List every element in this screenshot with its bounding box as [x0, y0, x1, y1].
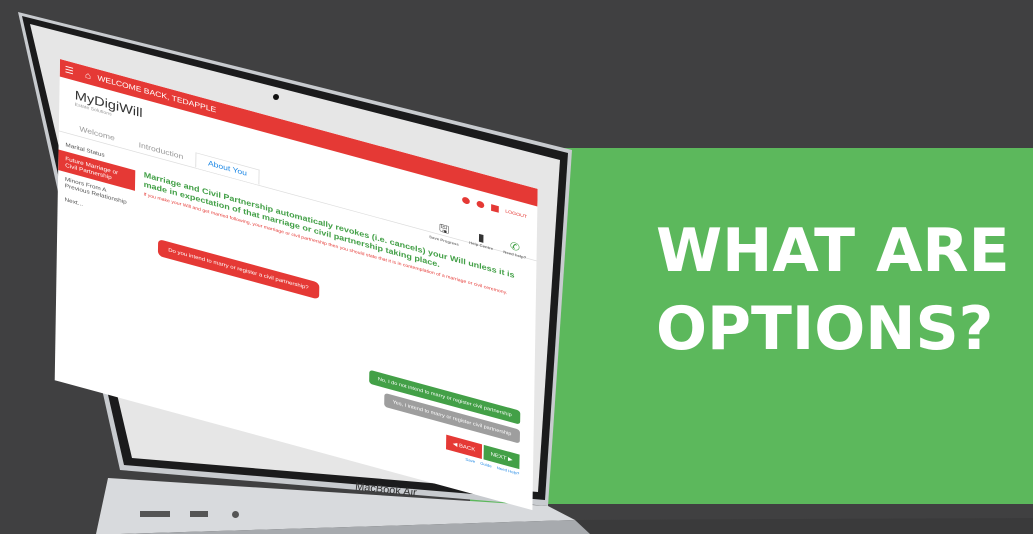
next-button-label: NEXT — [490, 451, 507, 462]
home-icon[interactable]: ⌂ — [79, 68, 98, 83]
headphone-port — [232, 511, 239, 518]
save-link[interactable]: Save — [465, 457, 475, 464]
guide-link[interactable]: Guide — [480, 461, 491, 468]
question-bubble: Do you intend to marry or register a civ… — [157, 238, 320, 300]
back-button[interactable]: ◀ BACK — [445, 434, 483, 459]
section-sidebar: Marital Status Future Marriage or Civil … — [55, 131, 136, 393]
back-button-label: BACK — [458, 443, 476, 453]
usb-port — [140, 511, 170, 517]
hamburger-icon[interactable]: ☰ — [60, 63, 79, 78]
usb-port-2 — [190, 511, 208, 517]
